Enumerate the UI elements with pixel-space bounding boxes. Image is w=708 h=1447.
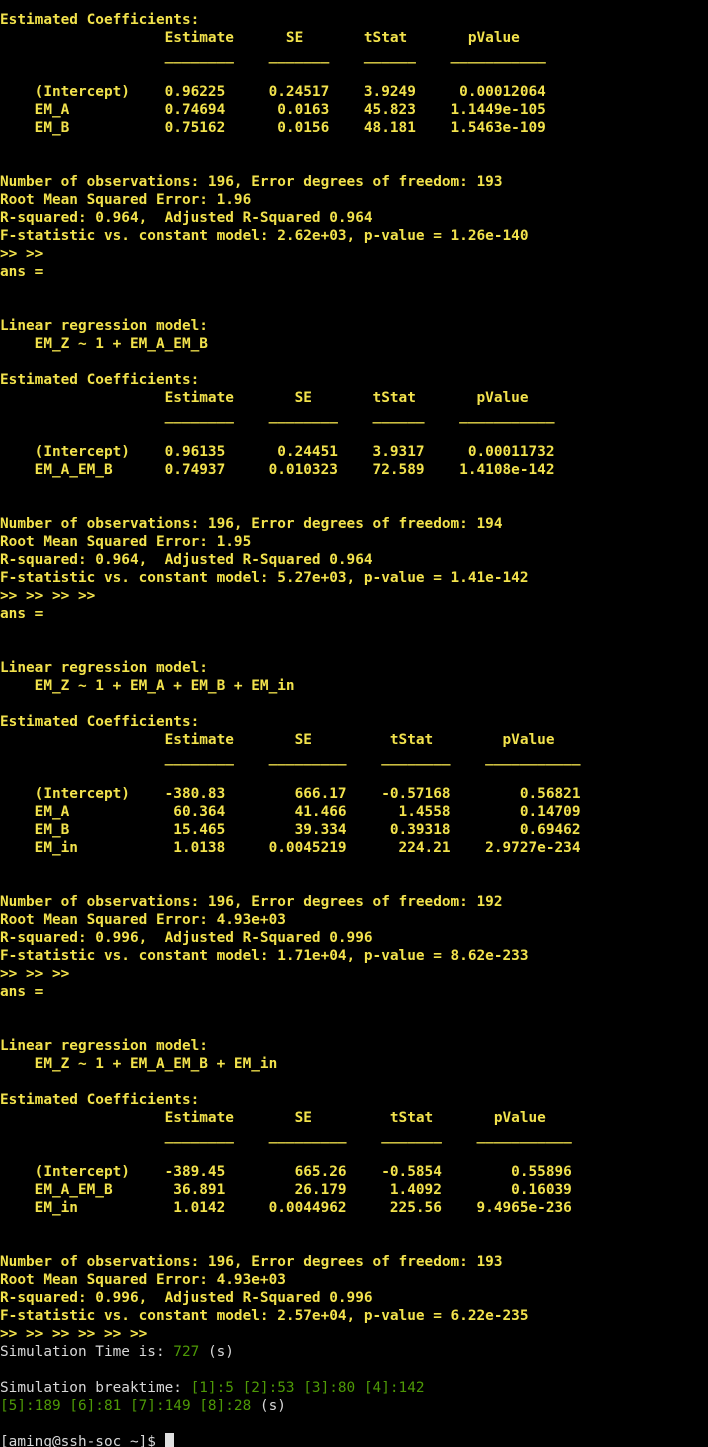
output-line: (Intercept) 0.96225 0.24517 3.9249 0.000… <box>0 84 546 100</box>
simulation-breaktime-line: Simulation breaktime: [1]:5 [2]:53 [3]:8… <box>0 1379 708 1397</box>
output-line: Estimated Coefficients: <box>0 12 200 28</box>
output-line: R-squared: 0.964, Adjusted R-Squared 0.9… <box>0 210 373 226</box>
output-line: >> >> >> >> >> >> <box>0 1326 148 1342</box>
output-line: Number of observations: 196, Error degre… <box>0 174 503 190</box>
output-line: EM_B 15.465 39.334 0.39318 0.69462 <box>0 822 581 838</box>
output-line: Estimated Coefficients: <box>0 1092 200 1108</box>
simulation-time-value: 727 <box>173 1344 200 1360</box>
output-line: >> >> >> >> <box>0 588 96 604</box>
output-line: Number of observations: 196, Error degre… <box>0 1254 503 1270</box>
output-line: Estimate SE tStat pValue <box>0 30 546 46</box>
output-line: Estimated Coefficients: <box>0 714 200 730</box>
output-line: EM_in 1.0142 0.0044962 225.56 9.4965e-23… <box>0 1200 572 1216</box>
output-line: ________ _______ ______ ___________ <box>0 48 546 64</box>
output-line: ________ _________ ________ ___________ <box>0 750 581 766</box>
shell-prompt: [aming@ssh-soc ~]$ <box>0 1434 165 1447</box>
output-line: ________ _________ _______ ___________ <box>0 1128 572 1144</box>
output-line: R-squared: 0.996, Adjusted R-Squared 0.9… <box>0 1290 373 1306</box>
output-line: Root Mean Squared Error: 1.95 <box>0 534 252 550</box>
output-line: EM_A 0.74694 0.0163 45.823 1.1449e-105 <box>0 102 546 118</box>
simulation-breaktime-values-1: [1]:5 [2]:53 [3]:80 [4]:142 <box>190 1380 425 1396</box>
output-line: F-statistic vs. constant model: 1.71e+04… <box>0 948 529 964</box>
output-line: Linear regression model: <box>0 1038 208 1054</box>
output-line: EM_Z ~ 1 + EM_A_EM_B + EM_in <box>0 1056 278 1072</box>
output-line: EM_A_EM_B 0.74937 0.010323 72.589 1.4108… <box>0 462 555 478</box>
output-line: ans = <box>0 264 44 280</box>
output-line: ans = <box>0 984 44 1000</box>
output-line: EM_A_EM_B 36.891 26.179 1.4092 0.16039 <box>0 1182 572 1198</box>
output-line: Number of observations: 196, Error degre… <box>0 894 503 910</box>
output-line: Estimate SE tStat pValue <box>0 1110 572 1126</box>
output-line: Number of observations: 196, Error degre… <box>0 516 503 532</box>
simulation-breaktime-line-2: [5]:189 [6]:81 [7]:149 [8]:28 (s) <box>0 1397 708 1415</box>
output-line: R-squared: 0.964, Adjusted R-Squared 0.9… <box>0 552 373 568</box>
output-line: F-statistic vs. constant model: 5.27e+03… <box>0 570 529 586</box>
text-cursor <box>164 1433 174 1447</box>
output-line: Root Mean Squared Error: 4.93e+03 <box>0 912 286 928</box>
output-line: (Intercept) -389.45 665.26 -0.5854 0.558… <box>0 1164 572 1180</box>
output-line: Root Mean Squared Error: 1.96 <box>0 192 252 208</box>
output-line: ans = <box>0 606 44 622</box>
simulation-breaktime-unit: (s) <box>251 1398 286 1414</box>
shell-prompt-line[interactable]: [aming@ssh-soc ~]$ <box>0 1433 708 1447</box>
simulation-time-line: Simulation Time is: 727 (s) <box>0 1343 708 1361</box>
output-line: Linear regression model: <box>0 660 208 676</box>
simulation-time-unit: (s) <box>199 1344 234 1360</box>
output-line: >> >> >> <box>0 966 70 982</box>
output-line: EM_Z ~ 1 + EM_A_EM_B <box>0 336 208 352</box>
output-line: EM_in 1.0138 0.0045219 224.21 2.9727e-23… <box>0 840 581 856</box>
output-line: F-statistic vs. constant model: 2.62e+03… <box>0 228 529 244</box>
output-line: R-squared: 0.996, Adjusted R-Squared 0.9… <box>0 930 373 946</box>
output-line: Linear regression model: <box>0 318 208 334</box>
output-line: (Intercept) -380.83 666.17 -0.57168 0.56… <box>0 786 581 802</box>
simulation-breaktime-label: Simulation breaktime: <box>0 1380 191 1396</box>
output-line: F-statistic vs. constant model: 2.57e+04… <box>0 1308 529 1324</box>
output-line: ________ ________ ______ ___________ <box>0 408 555 424</box>
output-line: Estimate SE tStat pValue <box>0 732 581 748</box>
output-line: (Intercept) 0.96135 0.24451 3.9317 0.000… <box>0 444 555 460</box>
terminal-window[interactable]: Estimated Coefficients: Estimate SE tSta… <box>0 0 708 1447</box>
output-line: >> >> <box>0 246 44 262</box>
output-line: EM_Z ~ 1 + EM_A + EM_B + EM_in <box>0 678 295 694</box>
output-line: Root Mean Squared Error: 4.93e+03 <box>0 1272 286 1288</box>
terminal-output: Estimated Coefficients: Estimate SE tSta… <box>0 11 708 1343</box>
simulation-time-label: Simulation Time is: <box>0 1344 174 1360</box>
output-line: Estimated Coefficients: <box>0 372 200 388</box>
simulation-breaktime-values-2: [5]:189 [6]:81 [7]:149 [8]:28 <box>0 1398 252 1414</box>
output-line: EM_B 0.75162 0.0156 48.181 1.5463e-109 <box>0 120 546 136</box>
output-line: EM_A 60.364 41.466 1.4558 0.14709 <box>0 804 581 820</box>
output-line: Estimate SE tStat pValue <box>0 390 555 406</box>
